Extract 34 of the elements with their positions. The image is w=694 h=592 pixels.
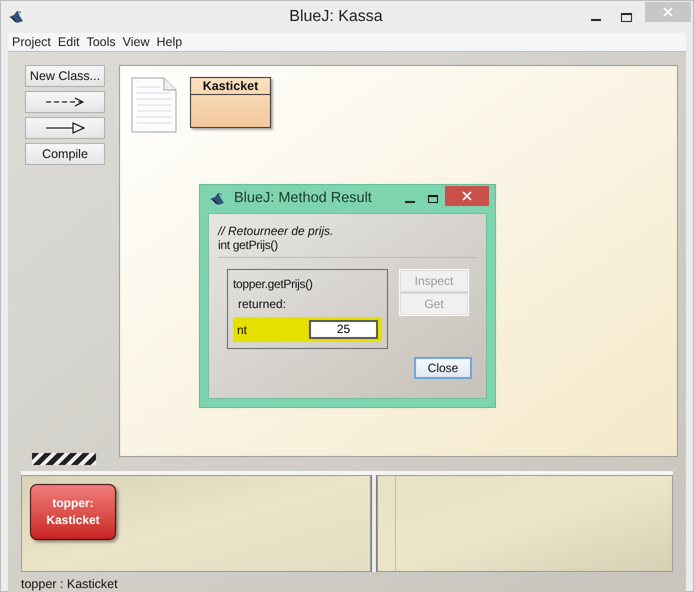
bird-icon [209, 192, 225, 206]
menu-item[interactable]: Help [156, 32, 182, 52]
bird-icon [8, 10, 24, 24]
tool-button[interactable]: New Class... [25, 65, 105, 87]
status-text: topper : Kasticket [21, 576, 118, 592]
progress-stripe [32, 453, 96, 465]
uses-arrow-button[interactable] [25, 91, 105, 113]
result-type: nt [237, 322, 248, 338]
object-class: Kasticket [46, 512, 100, 529]
result-value-field: 25 [309, 320, 378, 339]
dialog-title: BlueJ: Method Result [234, 189, 373, 208]
close-icon [462, 191, 472, 201]
tool-button[interactable]: Compile [25, 143, 105, 165]
menu-item[interactable]: Edit [58, 32, 80, 52]
dialog-close-button[interactable]: Close [414, 357, 472, 379]
inherits-arrow-button[interactable] [25, 117, 105, 139]
method-signature: int getPrijs() [218, 238, 477, 258]
menu-item[interactable]: Project [12, 32, 51, 52]
close-button[interactable] [445, 186, 489, 206]
method-comment: // Retourneer de prijs. [218, 224, 334, 238]
menu-item[interactable]: View [122, 32, 150, 52]
returned-label: returned: [237, 296, 288, 313]
close-icon [663, 7, 673, 17]
window-title: BlueJ: Kassa [288, 7, 384, 27]
minimize-icon [405, 201, 415, 203]
class-name: Kasticket [202, 78, 258, 95]
menu-item[interactable]: Tools [86, 32, 116, 52]
class-box[interactable]: Kasticket [190, 77, 271, 128]
hollow-arrow-icon [45, 122, 85, 134]
dashed-arrow-icon [45, 97, 85, 107]
object-name: topper: [52, 495, 94, 512]
minimize-icon [591, 19, 601, 21]
object-card[interactable]: topper: Kasticket [30, 484, 116, 540]
method-call: topper.getPrijs() [233, 276, 314, 293]
